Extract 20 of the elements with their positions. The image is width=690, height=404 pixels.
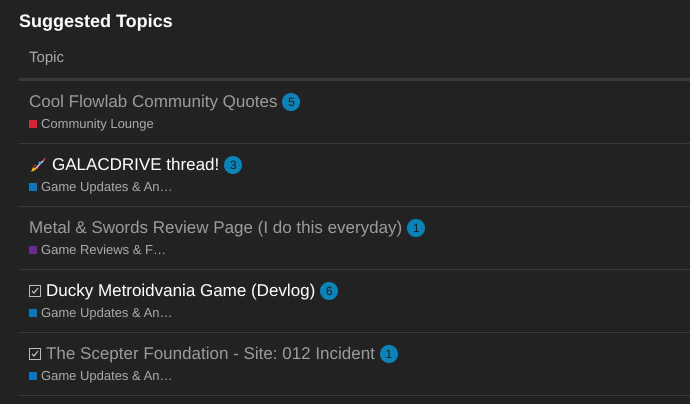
category-link[interactable]: Game Reviews & F… xyxy=(41,242,166,257)
checkbox-icon xyxy=(29,348,41,360)
rocket-icon xyxy=(29,156,47,174)
topic-link[interactable]: Cool Flowlab Community Quotes xyxy=(29,92,278,112)
reply-count-badge[interactable]: 5 xyxy=(282,93,300,111)
topic-link[interactable]: Ducky Metroidvania Game (Devlog) xyxy=(46,281,316,301)
category-link[interactable]: Game Updates & An… xyxy=(41,305,173,320)
category-link[interactable]: Game Updates & An… xyxy=(41,368,173,383)
reply-count-badge[interactable]: 6 xyxy=(320,282,338,300)
category-link[interactable]: Community Lounge xyxy=(41,116,154,131)
reply-count-badge[interactable]: 1 xyxy=(407,219,426,237)
category-link[interactable]: Game Updates & An… xyxy=(41,179,173,194)
checkbox-icon xyxy=(29,285,41,297)
column-header: Topic xyxy=(29,49,64,66)
reply-count-badge[interactable]: 3 xyxy=(224,156,242,174)
reply-count-badge[interactable]: 1 xyxy=(380,345,398,363)
topic-link[interactable]: The Scepter Foundation - Site: 012 Incident xyxy=(46,344,375,364)
topic-link[interactable]: GALACDRIVE thread! xyxy=(52,155,220,175)
section-heading: Suggested Topics xyxy=(19,11,173,32)
topic-link[interactable]: Metal & Swords Review Page (I do this everyday) xyxy=(29,218,402,238)
